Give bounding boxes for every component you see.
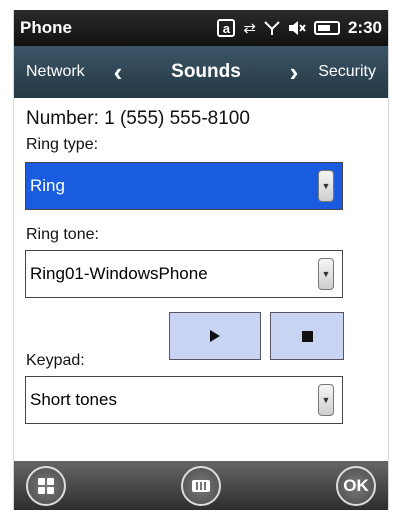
play-button[interactable] bbox=[169, 312, 261, 360]
ring-tone-select[interactable]: Ring01-WindowsPhone ▼ bbox=[25, 250, 343, 298]
chevron-left-icon[interactable]: ‹ bbox=[104, 57, 132, 88]
ring-type-value: Ring bbox=[30, 176, 65, 195]
page-title: Sounds bbox=[171, 61, 241, 82]
data-transfer-icon: ⇄ bbox=[243, 20, 256, 37]
at-sign-icon: a bbox=[217, 19, 236, 37]
windows-logo-icon bbox=[38, 478, 54, 494]
ring-tone-value: Ring01-WindowsPhone bbox=[30, 264, 208, 283]
bottom-bar: OK bbox=[14, 461, 388, 510]
dropdown-arrow-icon[interactable]: ▼ bbox=[318, 170, 334, 202]
signal-icon bbox=[264, 20, 280, 36]
keyboard-button[interactable] bbox=[181, 466, 221, 506]
ok-button[interactable]: OK bbox=[336, 466, 376, 506]
stop-button[interactable] bbox=[270, 312, 344, 360]
status-time: 2:30 bbox=[347, 18, 382, 37]
ring-type-label: Ring type: bbox=[26, 136, 99, 153]
keypad-value: Short tones bbox=[30, 390, 117, 409]
nav-next-label[interactable]: Security bbox=[308, 63, 388, 81]
app-title: Phone bbox=[20, 18, 72, 37]
settings-content: Number: 1 (555) 555-8100 Ring type: Ring… bbox=[14, 98, 388, 461]
speaker-muted-icon bbox=[288, 20, 306, 36]
device-frame-left bbox=[0, 0, 13, 520]
stop-icon bbox=[301, 330, 313, 342]
battery-icon bbox=[313, 21, 340, 35]
ring-tone-label: Ring tone: bbox=[26, 226, 99, 243]
dropdown-arrow-icon[interactable]: ▼ bbox=[318, 258, 334, 290]
keypad-label: Keypad: bbox=[26, 352, 85, 369]
screen: Phone a ⇄ 2:30 Network ‹ Sounds › Securi… bbox=[13, 10, 389, 510]
phone-number: Number: 1 (555) 555-8100 bbox=[26, 108, 250, 129]
keypad-select[interactable]: Short tones ▼ bbox=[25, 376, 343, 424]
start-button[interactable] bbox=[26, 466, 66, 506]
status-bar: Phone a ⇄ 2:30 bbox=[14, 10, 388, 46]
keyboard-icon bbox=[192, 480, 210, 492]
dropdown-arrow-icon[interactable]: ▼ bbox=[318, 384, 334, 416]
device: Phone a ⇄ 2:30 Network ‹ Sounds › Securi… bbox=[0, 0, 396, 520]
nav-prev-label[interactable]: Network bbox=[14, 63, 104, 81]
ok-label: OK bbox=[343, 476, 369, 495]
play-icon bbox=[210, 330, 220, 342]
ring-type-select[interactable]: Ring ▼ bbox=[25, 162, 343, 210]
nav-bar: Network ‹ Sounds › Security bbox=[14, 46, 388, 98]
chevron-right-icon[interactable]: › bbox=[280, 57, 308, 88]
